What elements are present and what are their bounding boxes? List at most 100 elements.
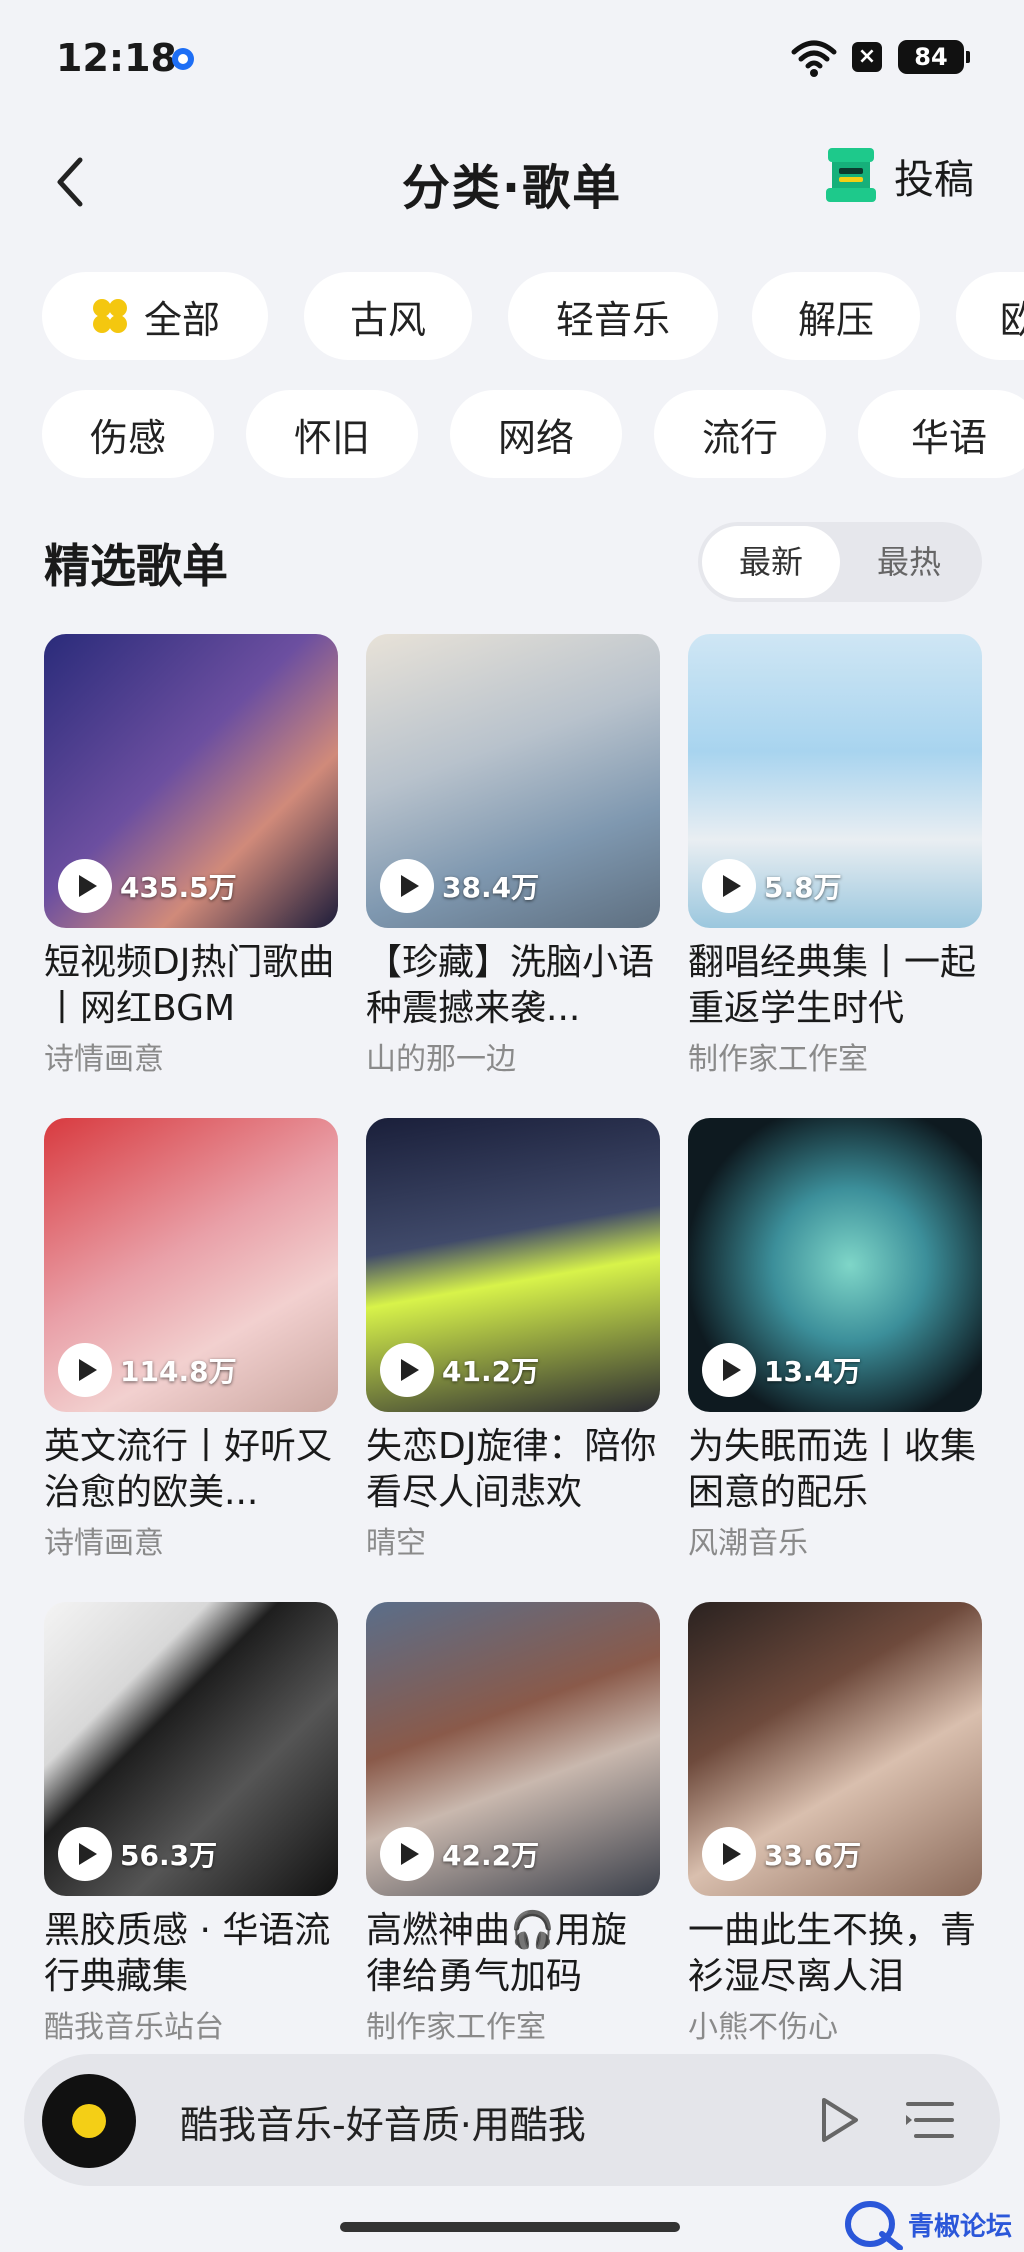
play-icon[interactable] <box>58 1343 112 1397</box>
wifi-icon <box>791 40 837 77</box>
now-playing-text: 酷我音乐-好音质·用酷我 <box>180 2103 586 2147</box>
watermark-text: 青椒论坛 <box>908 2211 1013 2242</box>
submit-button[interactable]: 投稿 <box>822 144 974 208</box>
playlist-author: 制作家工作室 <box>688 1042 868 1077</box>
play-count-text: 42.2万 <box>442 1839 540 1872</box>
play-icon[interactable] <box>380 1827 434 1881</box>
status-bar: 12:18 × 84 <box>0 0 1024 118</box>
play-count: 42.2万 <box>380 1826 539 1882</box>
playlist-card[interactable]: 42.2万 高燃神曲🎧用旋律给勇气加码 制作家工作室 <box>366 1602 660 2046</box>
playlist-title: 【珍藏】洗脑小语种震撼来袭... <box>366 942 655 1029</box>
category-chip[interactable]: 轻音乐 <box>508 272 718 360</box>
category-chip[interactable]: 欧 <box>956 272 1024 360</box>
submit-label: 投稿 <box>894 157 974 203</box>
play-icon[interactable] <box>810 2092 866 2148</box>
category-chip[interactable]: 流行 <box>654 390 826 478</box>
playlist-cover[interactable]: 42.2万 <box>366 1602 660 1896</box>
play-icon[interactable] <box>380 1343 434 1397</box>
play-count-text: 114.8万 <box>120 1355 237 1388</box>
nav-bar: 分类·歌单 投稿 <box>0 118 1024 238</box>
playlist-author: 山的那一边 <box>366 1042 516 1077</box>
playlist-title: 一曲此生不换，青衫湿尽离人泪 <box>688 1910 977 1997</box>
play-count-text: 435.5万 <box>120 871 237 904</box>
playlist-cover[interactable]: 56.3万 <box>44 1602 338 1896</box>
battery-indicator: 84 <box>898 40 970 74</box>
sort-hottest-tab[interactable]: 最热 <box>840 526 978 598</box>
category-chip[interactable]: 怀旧 <box>246 390 418 478</box>
playlist-card[interactable]: 41.2万 失恋DJ旋律：陪你看尽人间悲欢 晴空 <box>366 1118 660 1562</box>
playlist-card[interactable]: 56.3万 黑胶质感 · 华语流行典藏集 酷我音乐站台 <box>44 1602 338 2046</box>
playlist-author: 诗情画意 <box>44 1042 164 1077</box>
playlist-title: 高燃神曲🎧用旋律给勇气加码 <box>366 1910 627 1997</box>
play-icon[interactable] <box>702 1827 756 1881</box>
playlist-author: 酷我音乐站台 <box>44 2010 224 2045</box>
close-notification-icon: × <box>852 42 882 72</box>
sort-toggle: 最新 最热 <box>698 522 982 602</box>
play-count-text: 13.4万 <box>764 1355 862 1388</box>
app-notification-icon <box>172 48 194 70</box>
playlist-title: 短视频DJ热门歌曲丨网红BGM <box>44 942 335 1029</box>
play-icon[interactable] <box>58 1827 112 1881</box>
category-row-2: 伤感 怀旧 网络 流行 华语 <box>0 386 1024 482</box>
category-chip[interactable]: 华语 <box>858 390 1024 478</box>
playlist-author: 晴空 <box>366 1526 426 1561</box>
play-count-text: 33.6万 <box>764 1839 862 1872</box>
playlist-author: 制作家工作室 <box>366 2010 546 2045</box>
playlist-icon[interactable] <box>902 2096 958 2146</box>
play-icon[interactable] <box>702 1343 756 1397</box>
playlist-card[interactable]: 33.6万 一曲此生不换，青衫湿尽离人泪 小熊不伤心 <box>688 1602 982 2046</box>
home-indicator[interactable] <box>340 2222 680 2232</box>
watermark: 青椒论坛 <box>842 2198 1012 2250</box>
submit-box-icon <box>826 148 876 202</box>
play-count: 38.4万 <box>380 858 539 914</box>
playlist-cover[interactable]: 38.4万 <box>366 634 660 928</box>
playlist-card[interactable]: 13.4万 为失眠而选丨收集困意的配乐 风潮音乐 <box>688 1118 982 1562</box>
play-count-text: 5.8万 <box>764 871 842 904</box>
playlist-author: 风潮音乐 <box>688 1526 808 1561</box>
play-icon[interactable] <box>702 859 756 913</box>
play-count: 33.6万 <box>702 1826 861 1882</box>
play-count: 114.8万 <box>58 1342 237 1398</box>
category-chip[interactable]: 网络 <box>450 390 622 478</box>
play-count: 41.2万 <box>380 1342 539 1398</box>
category-chip[interactable]: 古风 <box>304 272 472 360</box>
play-count-text: 41.2万 <box>442 1355 540 1388</box>
category-chip[interactable]: 伤感 <box>42 390 214 478</box>
forum-logo-icon <box>845 2201 903 2250</box>
playlist-title: 黑胶质感 · 华语流行典藏集 <box>44 1910 331 1997</box>
playlist-cover[interactable]: 13.4万 <box>688 1118 982 1412</box>
playlist-cover[interactable]: 33.6万 <box>688 1602 982 1896</box>
category-chip-all[interactable]: 全部 <box>42 272 268 360</box>
mini-player[interactable]: 酷我音乐-好音质·用酷我 <box>24 2054 1000 2186</box>
playlist-card[interactable]: 114.8万 英文流行丨好听又治愈的欧美... 诗情画意 <box>44 1118 338 1562</box>
playlist-cover[interactable]: 5.8万 <box>688 634 982 928</box>
play-count: 435.5万 <box>58 858 237 914</box>
clock: 12:18 <box>56 36 177 80</box>
play-count-text: 38.4万 <box>442 871 540 904</box>
play-count-text: 56.3万 <box>120 1839 218 1872</box>
play-icon[interactable] <box>58 859 112 913</box>
category-chip-label: 全部 <box>143 297 220 342</box>
playlist-cover[interactable]: 435.5万 <box>44 634 338 928</box>
sort-newest-tab[interactable]: 最新 <box>702 526 840 598</box>
playlist-author: 诗情画意 <box>44 1526 164 1561</box>
category-chip[interactable]: 解压 <box>752 272 920 360</box>
playlist-title: 英文流行丨好听又治愈的欧美... <box>44 1426 333 1513</box>
playlist-author: 小熊不伤心 <box>688 2010 838 2045</box>
playlist-title: 失恋DJ旋律：陪你看尽人间悲欢 <box>366 1426 657 1513</box>
play-count: 56.3万 <box>58 1826 217 1882</box>
section-title: 精选歌单 <box>44 539 228 593</box>
play-icon[interactable] <box>380 859 434 913</box>
playlist-card[interactable]: 38.4万 【珍藏】洗脑小语种震撼来袭... 山的那一边 <box>366 634 660 1078</box>
playlist-card[interactable]: 435.5万 短视频DJ热门歌曲丨网红BGM 诗情画意 <box>44 634 338 1078</box>
category-row-1: 全部 古风 轻音乐 解压 欧 <box>0 268 1024 364</box>
playlist-title: 翻唱经典集丨一起重返学生时代 <box>688 942 977 1029</box>
vinyl-disc-icon[interactable] <box>42 2074 136 2168</box>
playlist-title: 为失眠而选丨收集困意的配乐 <box>688 1426 977 1513</box>
playlist-cover[interactable]: 41.2万 <box>366 1118 660 1412</box>
playlist-cover[interactable]: 114.8万 <box>44 1118 338 1412</box>
play-count: 5.8万 <box>702 858 842 914</box>
all-categories-icon <box>92 299 127 333</box>
playlist-card[interactable]: 5.8万 翻唱经典集丨一起重返学生时代 制作家工作室 <box>688 634 982 1078</box>
play-count: 13.4万 <box>702 1342 861 1398</box>
